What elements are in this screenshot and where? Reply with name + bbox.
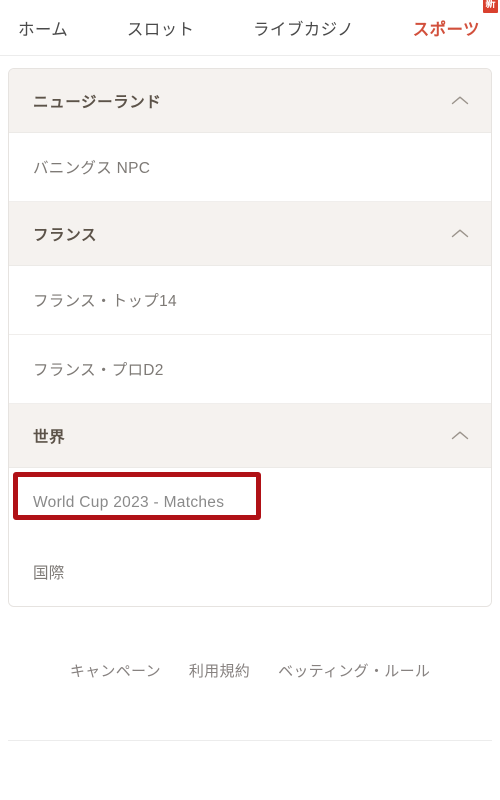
chevron-up-icon[interactable]: [451, 430, 469, 441]
nav-tab-sports-label: スポーツ: [412, 20, 480, 39]
league-label: 国際: [33, 564, 65, 582]
footer-link-terms[interactable]: 利用規約: [189, 660, 250, 681]
league-accordion-card: ニュージーランド バニングス NPC フランス フランス・トップ14 フランス・…: [8, 68, 492, 607]
section-title-new-zealand: ニュージーランド: [33, 93, 162, 111]
list-item-league-world-cup-2023-matches[interactable]: World Cup 2023 - Matches: [9, 468, 491, 537]
league-label: フランス・トップ14: [33, 293, 177, 310]
nav-tab-home[interactable]: ホーム: [16, 12, 70, 44]
section-header-world[interactable]: 世界: [9, 404, 491, 468]
nav-tab-live-casino-label: ライブカジノ: [253, 20, 355, 39]
list-item-league[interactable]: バニングス NPC: [9, 133, 491, 202]
nav-tab-slots[interactable]: スロット: [125, 12, 197, 44]
section-title-france: フランス: [33, 226, 98, 244]
list-item-league[interactable]: フランス・トップ14: [9, 266, 491, 335]
footer-link-campaign[interactable]: キャンペーン: [70, 660, 161, 681]
section-header-france[interactable]: フランス: [9, 202, 491, 266]
nav-tab-sports[interactable]: スポーツ 新: [411, 0, 498, 44]
footer-link-betting-rules[interactable]: ベッティング・ルール: [278, 660, 430, 681]
new-badge: 新: [482, 0, 498, 13]
league-label: フランス・プロD2: [33, 362, 164, 379]
app-root: ホーム スロット ライブカジノ スポーツ 新 ニュージーランド バニングス NP…: [0, 0, 500, 800]
nav-tab-home-label: ホーム: [18, 20, 69, 39]
footer-divider: [8, 740, 492, 741]
chevron-up-icon[interactable]: [451, 228, 469, 239]
league-label: バニングス NPC: [33, 160, 151, 177]
list-item-league[interactable]: フランス・プロD2: [9, 335, 491, 404]
nav-tab-slots-label: スロット: [126, 20, 195, 39]
chevron-up-icon[interactable]: [451, 95, 469, 106]
section-header-new-zealand[interactable]: ニュージーランド: [9, 69, 491, 133]
footer-links: キャンペーン 利用規約 ベッティング・ルール: [0, 660, 500, 681]
nav-tab-live-casino[interactable]: ライブカジノ: [251, 12, 356, 44]
section-title-world: 世界: [33, 428, 66, 446]
list-item-league[interactable]: 国際: [9, 537, 491, 606]
top-navigation: ホーム スロット ライブカジノ スポーツ 新: [0, 0, 500, 56]
league-label: World Cup 2023 - Matches: [33, 493, 225, 511]
